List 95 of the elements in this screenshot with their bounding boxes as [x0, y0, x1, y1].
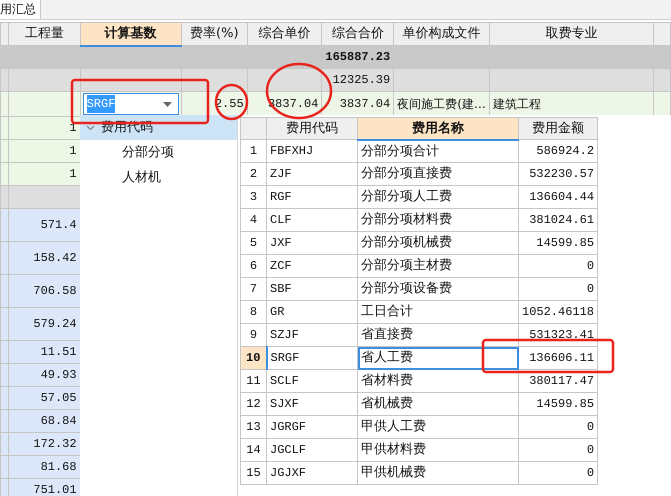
- chevron-down-icon[interactable]: [86, 124, 95, 130]
- table-cell: 49.93: [40, 368, 77, 382]
- table-cell[interactable]: 省直接费: [358, 324, 518, 346]
- table-cell[interactable]: 586924.2: [518, 140, 598, 162]
- table-cell: 68.84: [40, 414, 77, 428]
- table-cell[interactable]: 分部分项直接费: [358, 162, 518, 186]
- table-cell[interactable]: 省材料费: [358, 370, 518, 392]
- table-cell[interactable]: JGRGF: [266, 416, 358, 438]
- row-number[interactable]: 8: [240, 300, 266, 324]
- tree-item[interactable]: 人材机: [80, 165, 237, 190]
- column-header[interactable]: 费用代码: [266, 118, 358, 140]
- column-header[interactable]: 费率(%): [181, 22, 248, 46]
- table-cell: 172.32: [33, 437, 77, 451]
- table-cell[interactable]: 0: [518, 462, 598, 484]
- row-number[interactable]: 11: [240, 370, 266, 392]
- table-cell[interactable]: 136606.11: [518, 346, 598, 370]
- table-cell[interactable]: JGCLF: [266, 438, 358, 462]
- table-cell[interactable]: 0: [518, 416, 598, 438]
- row-number[interactable]: 2: [240, 162, 266, 186]
- table-cell: 3837.04: [340, 97, 390, 111]
- table-cell[interactable]: 532230.57: [518, 162, 598, 186]
- table-cell[interactable]: 136604.44: [518, 186, 598, 208]
- row-number[interactable]: 10: [240, 346, 266, 370]
- row-number[interactable]: 6: [240, 254, 266, 278]
- row-number[interactable]: 1: [240, 140, 266, 162]
- table-cell: 57.05: [40, 391, 77, 405]
- table-cell: 12325.39: [332, 73, 390, 87]
- table-cell[interactable]: SZJF: [266, 324, 358, 346]
- table-cell[interactable]: 14599.85: [518, 232, 598, 254]
- table-cell[interactable]: 甲供材料费: [358, 438, 518, 462]
- table-cell: 158.42: [33, 251, 77, 265]
- caret-icon: [162, 102, 172, 106]
- table-cell[interactable]: 分部分项主材费: [358, 254, 518, 278]
- row-number[interactable]: 14: [240, 438, 266, 462]
- table-cell: 81.68: [40, 460, 77, 474]
- table-cell[interactable]: 531323.41: [518, 324, 598, 346]
- table-cell[interactable]: 甲供机械费: [358, 462, 518, 484]
- table-cell[interactable]: SRGF: [266, 346, 358, 370]
- table-cell[interactable]: 分部分项人工费: [358, 186, 518, 208]
- table-cell[interactable]: CLF: [266, 208, 358, 232]
- row-number[interactable]: 12: [240, 392, 266, 416]
- table-cell: 建筑工程: [492, 97, 541, 111]
- row-number[interactable]: 15: [240, 462, 266, 484]
- table-cell[interactable]: SJXF: [266, 392, 358, 416]
- table-cell[interactable]: 工日合计: [358, 300, 518, 324]
- column-header[interactable]: 综合合价: [322, 22, 394, 46]
- row-number[interactable]: 3: [240, 186, 266, 208]
- row-number[interactable]: 5: [240, 232, 266, 254]
- column-header[interactable]: 工程量: [8, 22, 80, 46]
- table-cell: 1: [69, 144, 77, 158]
- row-number[interactable]: 4: [240, 208, 266, 232]
- table-cell: 1: [69, 121, 77, 135]
- table-cell[interactable]: 0: [518, 254, 598, 278]
- table-cell[interactable]: 分部分项设备费: [358, 278, 518, 300]
- table-cell[interactable]: 省人工费: [358, 346, 518, 370]
- table-cell[interactable]: FBFXHJ: [266, 140, 358, 162]
- column-header[interactable]: 费用名称: [358, 118, 518, 140]
- table-cell: 1: [69, 167, 77, 181]
- row-number[interactable]: 9: [240, 324, 266, 346]
- table-cell: 579.24: [33, 317, 77, 331]
- table-cell[interactable]: 0: [518, 438, 598, 462]
- column-header[interactable]: 取费专业: [489, 22, 654, 46]
- table-cell[interactable]: 甲供人工费: [358, 416, 518, 438]
- table-cell[interactable]: GR: [266, 300, 358, 324]
- table-cell: 165887.23: [325, 50, 390, 64]
- table-cell[interactable]: JGJXF: [266, 462, 358, 484]
- table-cell[interactable]: RGF: [266, 186, 358, 208]
- table-cell: 706.58: [33, 284, 77, 298]
- row-number[interactable]: 13: [240, 416, 266, 438]
- table-cell[interactable]: 分部分项合计: [358, 140, 518, 162]
- table-cell: 751.01: [33, 483, 77, 496]
- table-cell: 夜间施工费(建…: [397, 97, 486, 111]
- column-header[interactable]: 费用金额: [518, 118, 598, 140]
- table-cell[interactable]: ZJF: [266, 162, 358, 186]
- column-header[interactable]: 综合单价: [247, 22, 322, 46]
- table-cell[interactable]: 14599.85: [518, 392, 598, 416]
- table-cell[interactable]: 分部分项机械费: [358, 232, 518, 254]
- tree-item[interactable]: 分部分项: [80, 140, 237, 165]
- table-cell[interactable]: 380117.47: [518, 370, 598, 392]
- table-cell[interactable]: JXF: [266, 232, 358, 254]
- row-number[interactable]: 7: [240, 278, 266, 300]
- table-cell[interactable]: 省机械费: [358, 392, 518, 416]
- tab[interactable]: 用汇总: [0, 0, 41, 19]
- table-cell[interactable]: 分部分项材料费: [358, 208, 518, 232]
- column-header[interactable]: 单价构成文件: [394, 22, 490, 46]
- table-cell[interactable]: 381024.61: [518, 208, 598, 232]
- table-cell[interactable]: 1052.46118: [518, 300, 598, 324]
- table-cell[interactable]: ZCF: [266, 254, 358, 278]
- table-cell[interactable]: SCLF: [266, 370, 358, 392]
- table-cell: 571.4: [40, 218, 77, 232]
- table-cell[interactable]: SBF: [266, 278, 358, 300]
- column-header[interactable]: 计算基数: [80, 22, 182, 46]
- table-cell[interactable]: 0: [518, 278, 598, 300]
- table-cell: 11.51: [40, 345, 77, 359]
- highlight-ellipse: [214, 84, 248, 120]
